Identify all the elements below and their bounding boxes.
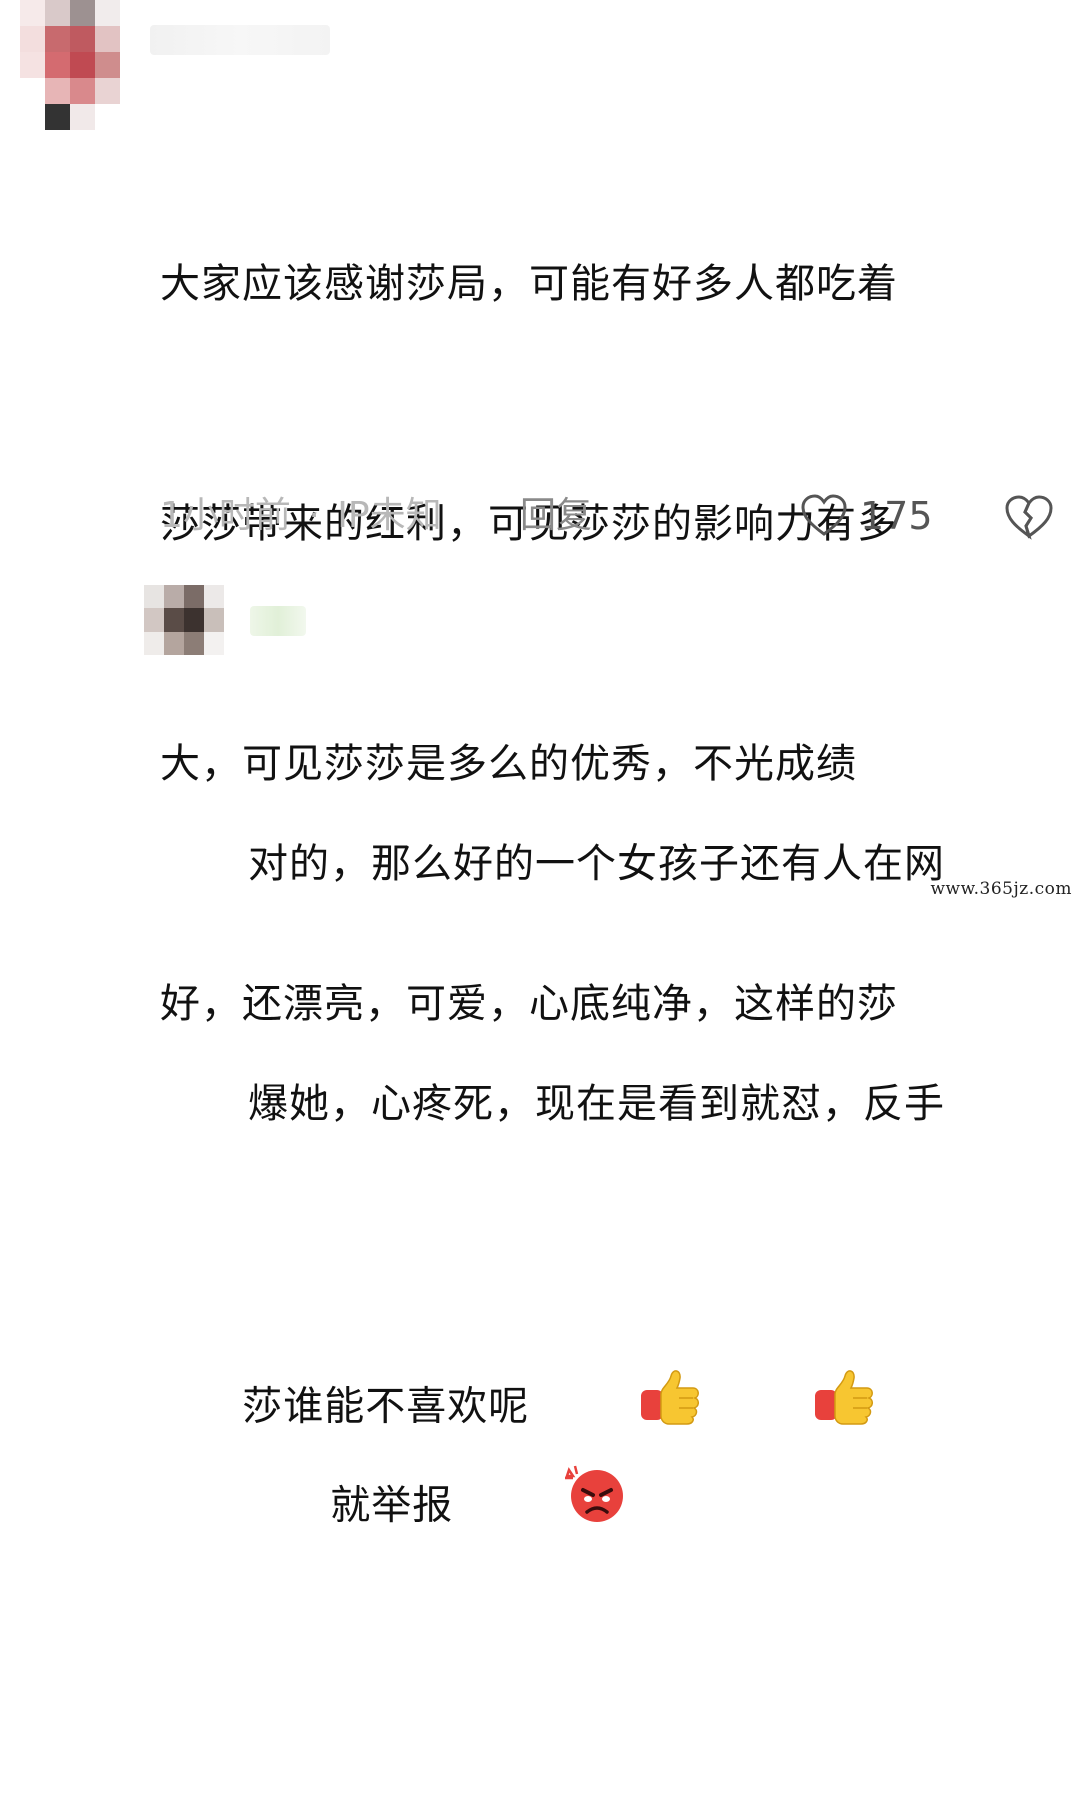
like-button[interactable]: 175	[800, 490, 933, 542]
comment-meta: 1小时前 · IP未知	[160, 490, 442, 542]
angry-face-icon	[453, 1384, 627, 1631]
reply-line: 就举报	[248, 1304, 1068, 1711]
like-count: 175	[860, 494, 933, 538]
avatar[interactable]	[144, 585, 224, 655]
comment-ip: IP未知	[337, 495, 442, 536]
comment-line: 大家应该感谢莎局，可能有好多人都吃着	[160, 261, 898, 307]
heart-icon	[800, 494, 848, 538]
reply-text: 对的，那么好的一个女孩子还有人在网 爆她，心疼死，现在是看到就怼，反手 就举报	[248, 664, 1068, 1810]
comment-time: 1小时前	[160, 495, 291, 536]
avatar[interactable]	[20, 0, 120, 130]
reply-line-text: 就举报	[330, 1482, 454, 1529]
reply-button[interactable]: 回复	[520, 490, 592, 542]
username-blurred[interactable]	[150, 25, 330, 55]
broken-heart-icon[interactable]	[1004, 494, 1054, 540]
watermark: www.365jz.com	[930, 879, 1072, 899]
username-blurred[interactable]	[250, 606, 306, 636]
meta-separator: ·	[308, 495, 320, 536]
reply-line: 爆她，心疼死，现在是看到就怼，反手	[248, 1081, 945, 1127]
